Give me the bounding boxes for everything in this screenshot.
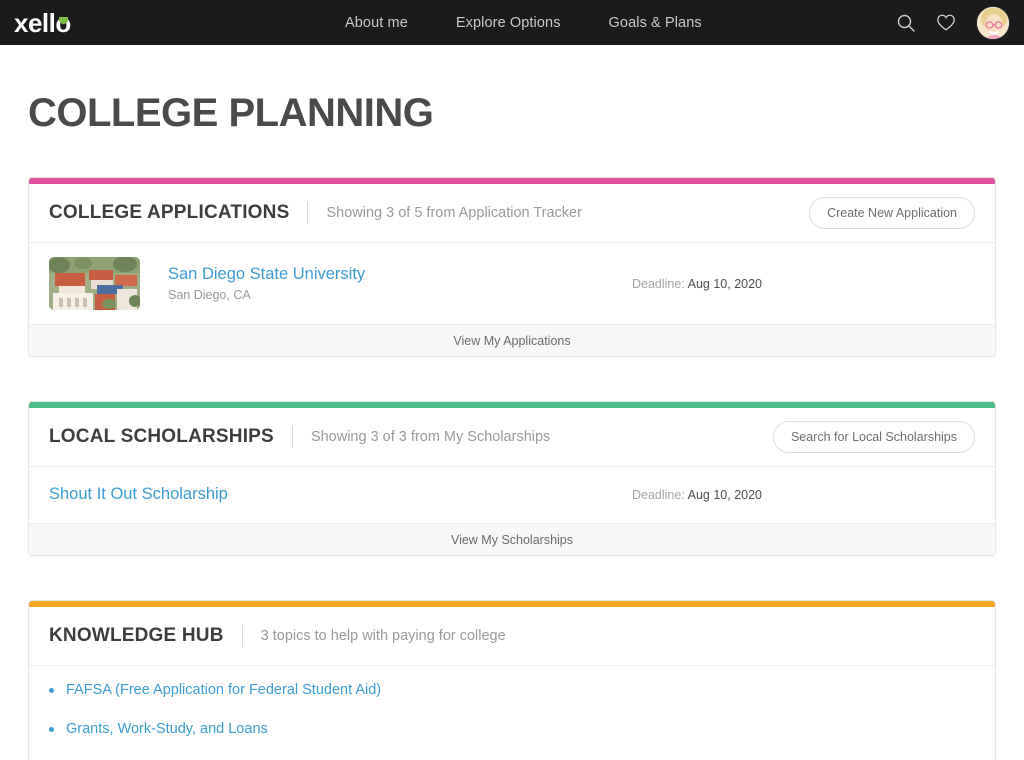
deadline-value: Aug 10, 2020	[687, 276, 762, 291]
bullet-icon	[49, 726, 54, 732]
xello-logo[interactable]: xello	[14, 10, 71, 36]
knowledge-hub-topic-list: FAFSA (Free Application for Federal Stud…	[29, 666, 995, 760]
search-local-scholarships-button[interactable]: Search for Local Scholarships	[772, 421, 975, 453]
scholarship-info: Shout It Out Scholarship	[49, 485, 228, 505]
card-subtitle: 3 topics to help with paying for college	[260, 628, 506, 644]
card-title: COLLEGE APPLICATIONS	[49, 202, 290, 223]
nav-item-goals-plans[interactable]: Goals & Plans	[609, 15, 702, 31]
application-row[interactable]: San Diego State University San Diego, CA…	[29, 243, 995, 324]
bullet-icon	[49, 687, 54, 693]
university-location: San Diego, CA	[168, 287, 251, 302]
card-subtitle: Showing 3 of 5 from Application Tracker	[326, 205, 582, 221]
nav-item-about-me[interactable]: About me	[345, 15, 408, 31]
card-header: LOCAL SCHOLARSHIPS Showing 3 of 3 from M…	[29, 408, 995, 466]
header-divider	[307, 202, 309, 224]
card-knowledge-hub: KNOWLEDGE HUB 3 topics to help with payi…	[28, 600, 996, 760]
university-name-link[interactable]: San Diego State University	[168, 265, 365, 285]
application-info: San Diego State University San Diego, CA	[168, 265, 365, 302]
nav-item-explore-options[interactable]: Explore Options	[456, 15, 561, 31]
header-divider	[241, 625, 243, 647]
top-navigation-bar: xello About me Explore Options Goals & P…	[0, 0, 1024, 45]
university-thumbnail	[49, 257, 140, 310]
topic-link-grants[interactable]: Grants, Work-Study, and Loans	[66, 721, 268, 737]
card-subtitle: Showing 3 of 3 from My Scholarships	[310, 429, 551, 445]
deadline-value: Aug 10, 2020	[687, 488, 762, 502]
scholarship-deadline: Deadline: Aug 10, 2020	[632, 488, 762, 502]
topic-link-fafsa[interactable]: FAFSA (Free Application for Federal Stud…	[66, 682, 381, 698]
list-item[interactable]: Grants, Work-Study, and Loans	[49, 721, 975, 737]
top-bar-actions	[896, 0, 1010, 45]
search-icon[interactable]	[896, 13, 916, 33]
list-item[interactable]: FAFSA (Free Application for Federal Stud…	[49, 682, 975, 698]
scholarship-name-link[interactable]: Shout It Out Scholarship	[49, 485, 228, 505]
deadline-label: Deadline:	[632, 276, 685, 291]
deadline-label: Deadline:	[632, 488, 685, 502]
scholarship-row[interactable]: Shout It Out Scholarship Deadline: Aug 1…	[29, 467, 995, 523]
view-my-applications-link[interactable]: View My Applications	[453, 334, 570, 348]
card-footer[interactable]: View My Scholarships	[29, 523, 995, 555]
card-college-applications: COLLEGE APPLICATIONS Showing 3 of 5 from…	[28, 177, 996, 357]
main-nav: About me Explore Options Goals & Plans	[345, 0, 702, 45]
header-divider	[291, 426, 293, 448]
card-local-scholarships: LOCAL SCHOLARSHIPS Showing 3 of 3 from M…	[28, 401, 996, 556]
card-title: KNOWLEDGE HUB	[49, 625, 224, 646]
create-new-application-button[interactable]: Create New Application	[809, 197, 975, 229]
page-title: COLLEGE PLANNING	[28, 91, 434, 135]
view-my-scholarships-link[interactable]: View My Scholarships	[451, 533, 573, 547]
page-body: COLLEGE PLANNING COLLEGE APPLICATIONS Sh…	[0, 93, 1024, 760]
application-deadline: Deadline: Aug 10, 2020	[632, 277, 762, 291]
heart-icon[interactable]	[936, 13, 956, 32]
card-footer[interactable]: View My Applications	[29, 324, 995, 356]
logo-green-accent	[58, 16, 68, 24]
card-title: LOCAL SCHOLARSHIPS	[49, 426, 274, 447]
card-header: KNOWLEDGE HUB 3 topics to help with payi…	[29, 607, 995, 665]
card-header: COLLEGE APPLICATIONS Showing 3 of 5 from…	[29, 184, 995, 242]
avatar[interactable]	[976, 5, 1010, 40]
